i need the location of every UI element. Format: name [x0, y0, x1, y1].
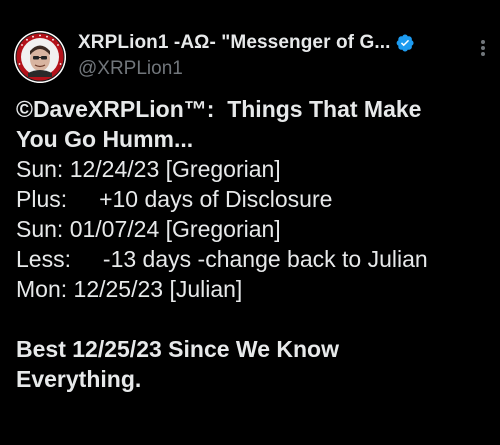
avatar[interactable]	[14, 31, 66, 83]
verified-badge-icon[interactable]	[395, 33, 415, 53]
tweet-body: ©DaveXRPLion™: Things That Make You Go H…	[16, 94, 491, 394]
closing-line: Best 12/25/23 Since We Know	[16, 336, 339, 362]
body-line: Mon: 12/25/23 [Julian]	[16, 276, 243, 302]
body-line: Sun: 12/24/23 [Gregorian]	[16, 156, 281, 182]
tweet-header: XRPLion1 -AΩ- "Messenger of G... @XRPLio…	[78, 30, 458, 82]
body-line: Plus: +10 days of Disclosure	[16, 186, 333, 212]
lion-avatar-icon	[14, 31, 66, 83]
closing-line: Everything.	[16, 366, 142, 392]
more-vertical-icon[interactable]	[474, 36, 492, 60]
name-row: XRPLion1 -AΩ- "Messenger of G...	[78, 30, 458, 56]
handle[interactable]: @XRPLion1	[78, 58, 458, 82]
title-line: ©DaveXRPLion™: Things That Make	[16, 96, 422, 122]
tweet-card: XRPLion1 -AΩ- "Messenger of G... @XRPLio…	[0, 0, 500, 445]
body-line: Sun: 01/07/24 [Gregorian]	[16, 216, 281, 242]
body-line: Less: -13 days -change back to Julian	[16, 246, 428, 272]
display-name[interactable]: XRPLion1 -AΩ- "Messenger of G...	[78, 32, 390, 54]
title-line: You Go Humm...	[16, 126, 194, 152]
